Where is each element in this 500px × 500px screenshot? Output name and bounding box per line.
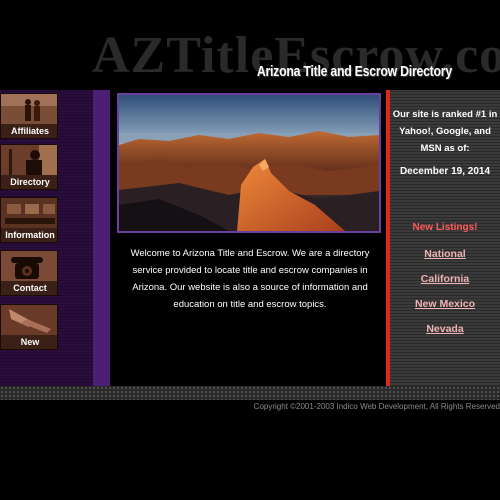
page-title: Arizona Title and Escrow Directory	[256, 63, 452, 80]
link-new-mexico[interactable]: New Mexico	[390, 298, 500, 310]
nav-item-directory[interactable]: Directory	[0, 144, 58, 190]
copyright-text: Copyright ©2001-2003 Indico Web Developm…	[253, 402, 500, 411]
people-icon	[1, 94, 57, 124]
link-national[interactable]: National	[390, 248, 500, 260]
main-content: Welcome to Arizona Title and Escrow. We …	[110, 90, 388, 386]
person-reading-icon	[1, 145, 57, 175]
nav-strip	[93, 90, 110, 386]
nav-item-affiliates[interactable]: Affiliates	[0, 93, 58, 139]
link-nevada[interactable]: Nevada	[390, 323, 500, 335]
nav-label-affiliates: Affiliates	[10, 126, 49, 136]
footer-band	[0, 386, 500, 400]
ranking-date: December 19, 2014	[399, 166, 491, 177]
ranking-text: Our site is ranked #1 in Yahoo!, Google,…	[392, 109, 498, 154]
nav-item-new[interactable]: New	[0, 304, 58, 350]
telephone-icon	[1, 251, 57, 281]
canyon-landscape-image	[119, 95, 379, 231]
page: AZTitleEscrow.com Arizona Title and Escr…	[0, 0, 500, 500]
nav-label-contact: Contact	[13, 283, 47, 293]
new-listings-heading: New Listings!	[412, 222, 478, 233]
nav-label-information: Information	[5, 230, 55, 240]
nav-item-contact[interactable]: Contact	[0, 250, 58, 296]
nav-item-information[interactable]: Information	[0, 197, 58, 243]
office-icon	[1, 198, 57, 228]
right-sidebar: Our site is ranked #1 in Yahoo!, Google,…	[390, 90, 500, 386]
hand-icon	[1, 305, 57, 335]
welcome-text: Welcome to Arizona Title and Escrow. We …	[130, 248, 370, 310]
header: AZTitleEscrow.com Arizona Title and Escr…	[0, 0, 500, 90]
nav-label-directory: Directory	[10, 177, 50, 187]
canyon-photo	[117, 93, 381, 233]
link-california[interactable]: California	[390, 273, 500, 285]
nav-label-new: New	[20, 337, 40, 347]
